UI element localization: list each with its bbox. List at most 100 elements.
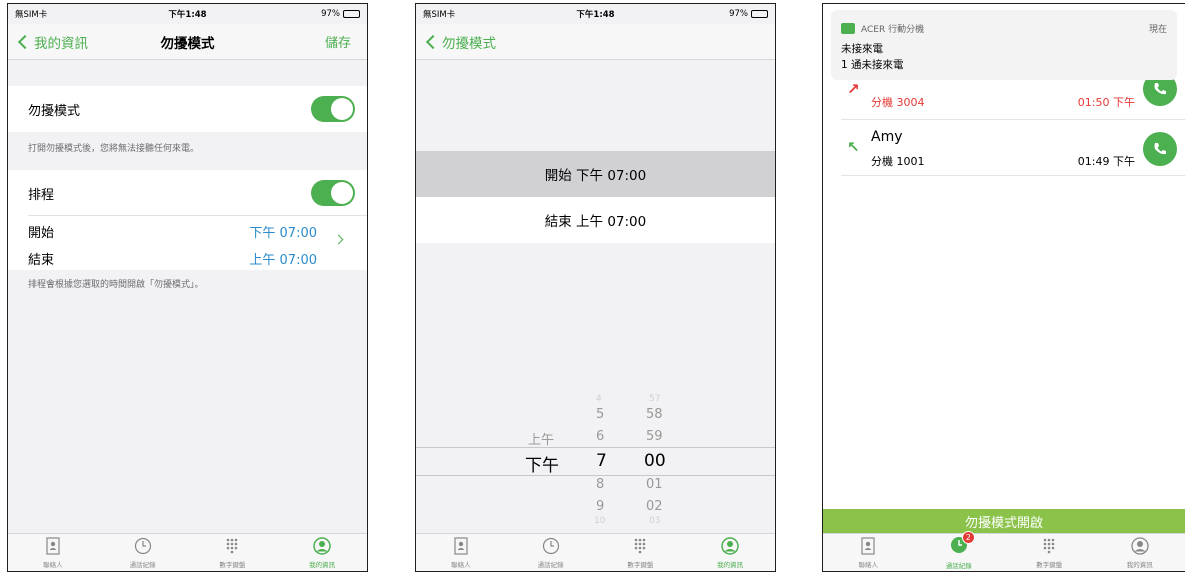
tab-label: 聯絡人 [43,561,63,569]
picker-hour: 8 [596,477,605,492]
schedule-note: 排程會根據您選取的時間開啟「勿擾模式」。 [28,280,204,290]
schedule-picker-screen: 無SIM卡 下午1:48 97% 勿擾模式 開始 下午 07:00 結束 上午 … [415,3,776,572]
picker-minute: 58 [646,407,663,422]
dnd-label: 勿擾模式 [28,103,81,119]
dnd-row: 勿擾模式 [8,86,367,132]
status-bar: 無SIM卡 下午1:48 97% [416,4,775,24]
picker-selection-top [416,447,775,448]
clock-icon [134,537,151,555]
call-button[interactable] [1143,132,1177,166]
start-time-row[interactable]: 開始 下午 07:00 [416,151,775,197]
picker-hour: 10 [594,516,606,526]
tab-label: 通話紀錄 [129,561,156,569]
call-time: 01:50 下午 [1077,96,1135,109]
keypad-icon [635,538,646,554]
chevron-left-icon [17,34,33,49]
notification-app: ACER 行動分機 [861,25,925,35]
tab-my-info[interactable]: 我的資訊 [1095,534,1185,571]
notification-body: 1 通未接來電 [841,59,904,71]
tab-keypad[interactable]: 數字鍵盤 [1004,534,1095,571]
call-name: Amy [871,129,903,145]
dnd-note: 打開勿擾模式後，您將無法接聽任何來電。 [28,144,200,154]
back-label: 勿擾模式 [442,35,496,52]
history-badge: 2 [961,531,975,544]
status-bar: 無SIM卡 下午1:48 97% [8,4,367,24]
dnd-settings-screen: 無SIM卡 下午1:48 97% 我的資訊 勿擾模式 儲存 勿擾模式 打開勿擾模… [7,3,368,572]
notification-time: 現在 [1148,25,1167,35]
save-button[interactable]: 儲存 [325,32,351,51]
contacts-icon [861,537,875,555]
schedule-label: 排程 [28,187,55,203]
dnd-toggle[interactable] [311,96,355,122]
call-history-screen: ↗ 分機 3004 01:50 下午 ↖ Amy 分機 1001 01:49 下… [822,3,1185,572]
picker-minute: 57 [649,394,661,404]
picker-selection-bottom [416,475,775,476]
back-button[interactable]: 勿擾模式 [416,32,496,52]
tab-history[interactable]: 通話紀錄 [506,534,596,571]
tab-keypad[interactable]: 數字鍵盤 [596,534,686,571]
person-icon [721,537,739,555]
end-time-row[interactable]: 結束 上午 07:00 [416,197,775,243]
tab-history[interactable]: 通話紀錄 [98,534,188,571]
start-label: 開始 [28,226,55,241]
picker-hour: 9 [596,499,605,514]
picker-minute: 02 [646,499,663,514]
tab-label: 通話紀錄 [537,561,564,569]
status-time: 下午1:48 [576,10,615,20]
tab-my-info[interactable]: 我的資訊 [277,534,367,571]
phone-icon [1154,83,1166,95]
tab-keypad[interactable]: 數字鍵盤 [188,534,278,571]
picker-hour: 5 [596,407,605,422]
missed-call-icon: ↗ [847,80,860,98]
tab-bar: 聯絡人 2 通話紀錄 數字鍵盤 我的資訊 [823,531,1185,571]
tab-label: 我的資訊 [717,561,744,569]
tab-label: 數字鍵盤 [627,561,654,569]
picker-hour: 6 [596,429,605,444]
end-label: 結束 [28,253,55,268]
notification-title: 未接來電 [841,43,883,55]
picker-minute: 59 [646,429,663,444]
picker-hour-selected: 7 [596,451,607,471]
tab-label: 聯絡人 [858,561,879,569]
picker-ampm: 上午 [528,433,555,448]
start-value: 下午 07:00 [249,226,317,241]
missed-call-notification[interactable]: ACER 行動分機 現在 未接來電 1 通未接來電 [831,10,1177,80]
incoming-call-icon: ↖ [847,138,860,156]
status-time: 下午1:48 [168,10,207,20]
clock-icon [542,537,559,555]
tab-contacts[interactable]: 聯絡人 [416,534,506,571]
app-icon [841,23,855,34]
phone-icon [1154,143,1166,155]
tab-label: 我的資訊 [309,561,336,569]
person-icon [1131,537,1149,555]
tab-bar: 聯絡人 通話紀錄 數字鍵盤 我的資訊 [8,533,367,571]
dnd-status-banner: 勿擾模式開啟 [823,509,1185,533]
chevron-left-icon [425,34,441,49]
call-ext: 分機 1001 [871,155,925,168]
call-row[interactable]: ↖ Amy 分機 1001 01:49 下午 [841,120,1185,176]
schedule-toggle[interactable] [311,180,355,206]
schedule-time-row[interactable]: 開始 下午 07:00 結束 上午 07:00 [8,216,367,270]
nav-bar: 我的資訊 勿擾模式 儲存 [8,24,367,60]
call-ext: 分機 3004 [871,96,925,109]
tab-label: 我的資訊 [1126,561,1153,569]
tab-contacts[interactable]: 聯絡人 [8,534,98,571]
back-button[interactable]: 我的資訊 [8,32,88,52]
tab-bar: 聯絡人 通話紀錄 數字鍵盤 我的資訊 [416,533,775,571]
contacts-icon [46,537,60,555]
call-time: 01:49 下午 [1077,155,1135,168]
keypad-icon [1043,538,1055,554]
end-value: 上午 07:00 [249,253,317,268]
tab-my-info[interactable]: 我的資訊 [685,534,775,571]
person-icon [313,537,331,555]
schedule-row: 排程 [8,170,367,216]
tab-label: 通話紀錄 [945,562,972,570]
picker-ampm-selected: 下午 [525,456,559,476]
tab-history[interactable]: 2 通話紀錄 [914,531,1005,571]
time-picker[interactable]: 4 5 6 7 8 9 10 57 58 59 00 01 02 03 上午 下… [416,389,775,529]
picker-minute: 01 [646,477,663,492]
tab-label: 聯絡人 [451,561,471,569]
keypad-icon [227,538,238,554]
contacts-icon [454,537,468,555]
tab-contacts[interactable]: 聯絡人 [823,534,914,571]
